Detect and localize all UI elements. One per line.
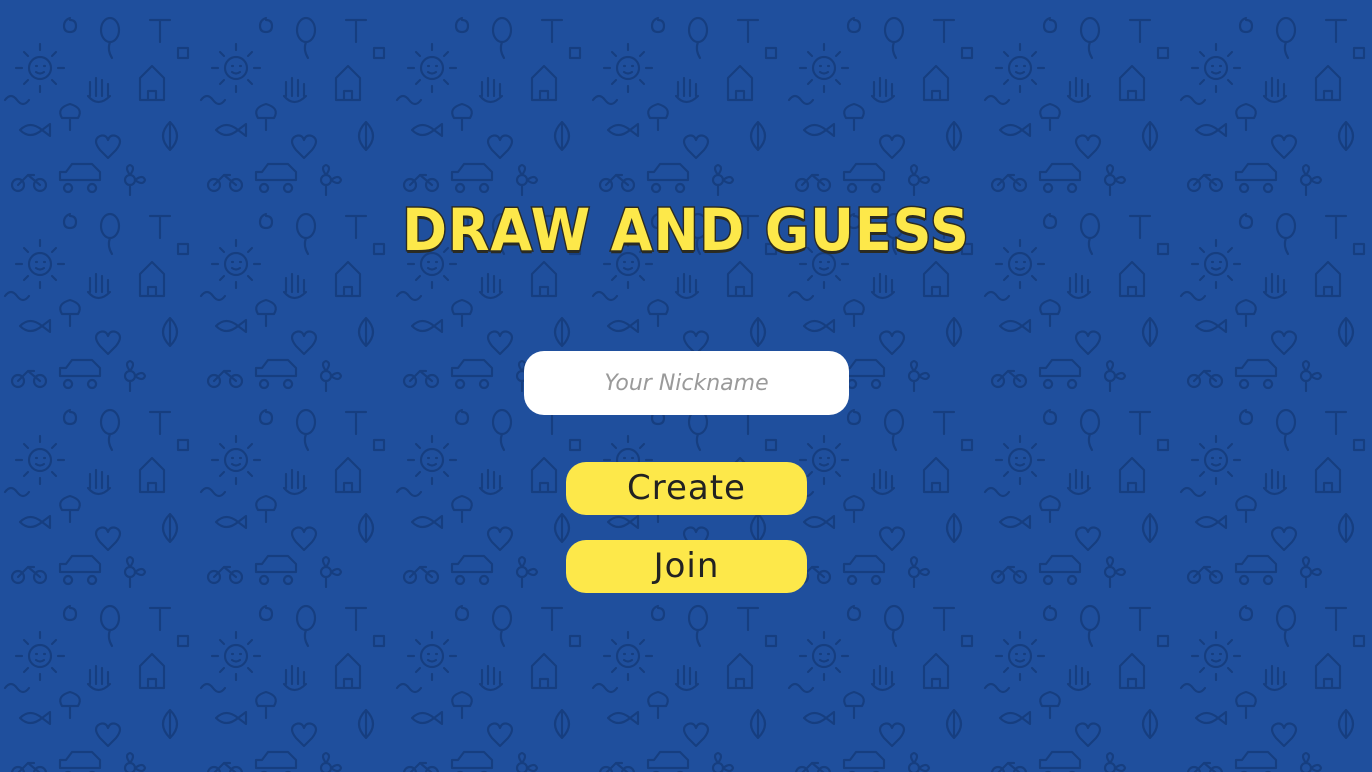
game-title: DRAW AND GUESS bbox=[401, 195, 970, 266]
nickname-input[interactable] bbox=[524, 351, 849, 415]
join-button[interactable]: Join bbox=[566, 540, 807, 593]
create-button[interactable]: Create bbox=[566, 462, 807, 515]
